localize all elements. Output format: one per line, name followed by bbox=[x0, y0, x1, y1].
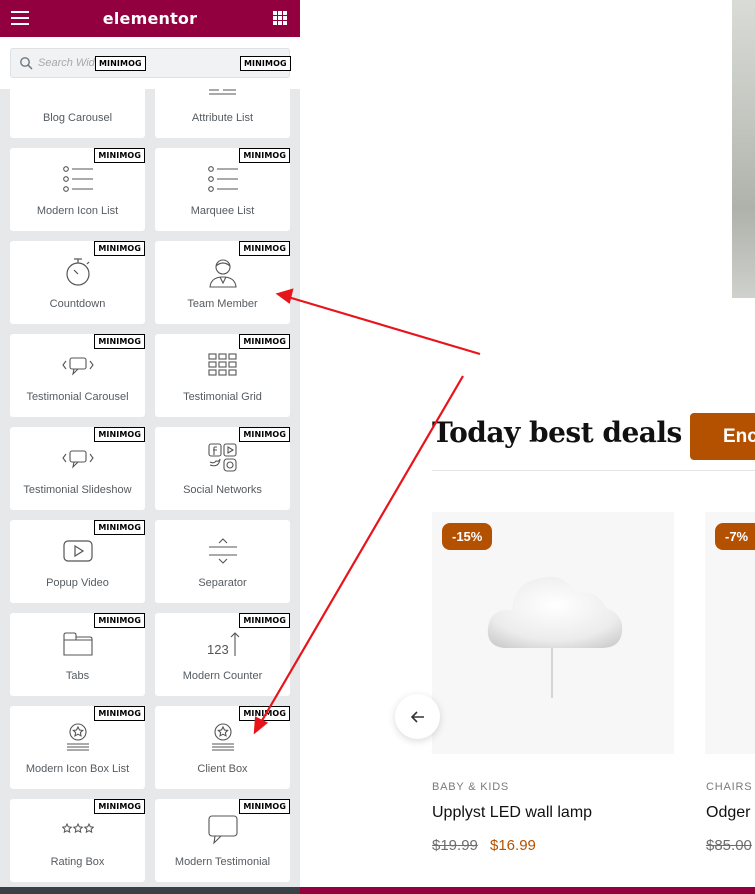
widget-label: Countdown bbox=[49, 298, 106, 310]
minimog-badge: MINIMOG bbox=[239, 613, 290, 628]
minimog-badge: MINIMOG bbox=[95, 56, 146, 71]
sale-price: $16.99 bbox=[490, 837, 536, 854]
discount-badge: -7% bbox=[715, 523, 755, 550]
widget-label: Blog Carousel bbox=[42, 112, 113, 124]
product-name[interactable]: Odger bbox=[706, 804, 750, 822]
widget-attribute-list[interactable]: Attribute List bbox=[155, 89, 290, 138]
attribute-list-icon bbox=[209, 89, 236, 95]
carousel-prev-button[interactable] bbox=[395, 694, 440, 739]
widget-modern-icon-list[interactable]: MINIMOG Modern Icon List bbox=[10, 148, 145, 231]
minimog-badge: MINIMOG bbox=[239, 706, 290, 721]
rating-stars-icon bbox=[61, 813, 95, 847]
widget-modern-testimonial[interactable]: MINIMOG Modern Testimonial bbox=[155, 799, 290, 882]
minimog-badge: MINIMOG bbox=[94, 799, 145, 814]
minimog-badge: MINIMOG bbox=[239, 427, 290, 442]
widget-label: Modern Icon Box List bbox=[25, 763, 130, 775]
cloud-lamp-image bbox=[487, 576, 623, 698]
team-member-icon bbox=[206, 255, 240, 289]
marquee-list-icon bbox=[206, 162, 240, 196]
video-play-icon bbox=[61, 534, 95, 568]
panel-footer bbox=[0, 887, 300, 894]
tabs-icon bbox=[61, 627, 95, 661]
testimonial-carousel-icon bbox=[61, 348, 95, 382]
panel-header: elementor bbox=[0, 0, 300, 37]
old-price: $19.99 bbox=[432, 837, 478, 854]
speech-bubble-icon bbox=[206, 813, 240, 847]
minimog-badge: MINIMOG bbox=[94, 427, 145, 442]
widget-social-networks[interactable]: MINIMOG Social Networks bbox=[155, 427, 290, 510]
widget-testimonial-carousel[interactable]: MINIMOG Testimonial Carousel bbox=[10, 334, 145, 417]
grid-icon bbox=[206, 348, 240, 382]
search-icon bbox=[20, 57, 33, 70]
minimog-badge: MINIMOG bbox=[239, 334, 290, 349]
product-category: BABY & KIDS bbox=[432, 781, 510, 793]
widget-blog-carousel[interactable]: Blog Carousel bbox=[10, 89, 145, 138]
testimonial-slideshow-icon bbox=[61, 441, 95, 475]
widget-modern-counter[interactable]: MINIMOG 123 Modern Counter bbox=[155, 613, 290, 696]
counter-icon: 123 bbox=[206, 627, 240, 661]
widget-label: Popup Video bbox=[46, 577, 109, 589]
widget-label: Testimonial Grid bbox=[183, 391, 262, 403]
widget-label: Attribute List bbox=[191, 112, 254, 124]
page-preview: Today best deals Enc -15% -7% BABY & KID… bbox=[300, 0, 755, 894]
widget-popup-video[interactable]: MINIMOG Popup Video bbox=[10, 520, 145, 603]
widget-team-member[interactable]: MINIMOG Team Member bbox=[155, 241, 290, 324]
widget-label: Testimonial Carousel bbox=[26, 391, 129, 403]
widget-modern-icon-box-list[interactable]: MINIMOG Modern Icon Box List bbox=[10, 706, 145, 789]
widget-label: Tabs bbox=[65, 670, 90, 682]
widget-separator[interactable]: Separator bbox=[155, 520, 290, 603]
bottom-bar bbox=[0, 887, 755, 894]
widget-label: Team Member bbox=[187, 298, 258, 310]
elementor-panel: elementor MINIMOG MINIMOG Blog Carousel bbox=[0, 0, 300, 894]
hero-image bbox=[732, 0, 755, 298]
menu-icon[interactable] bbox=[11, 11, 29, 25]
widget-countdown[interactable]: MINIMOG Countdown bbox=[10, 241, 145, 324]
widgets-grid-icon[interactable] bbox=[273, 11, 287, 25]
widget-rating-box[interactable]: MINIMOG Rating Box bbox=[10, 799, 145, 882]
discount-badge: -15% bbox=[442, 523, 493, 550]
minimog-badge: MINIMOG bbox=[94, 241, 145, 256]
minimog-badge: MINIMOG bbox=[94, 520, 145, 535]
separator-icon bbox=[206, 534, 240, 568]
widget-marquee-list[interactable]: MINIMOG Marquee List bbox=[155, 148, 290, 231]
widget-label: Modern Counter bbox=[182, 670, 263, 682]
widget-label: Separator bbox=[198, 577, 247, 589]
icon-list-icon bbox=[61, 162, 95, 196]
minimog-badge: MINIMOG bbox=[94, 613, 145, 628]
minimog-badge: MINIMOG bbox=[94, 148, 145, 163]
widget-testimonial-grid[interactable]: MINIMOG Testimonial Grid bbox=[155, 334, 290, 417]
cta-button[interactable]: Enc bbox=[690, 413, 755, 460]
widget-label: Modern Icon List bbox=[36, 205, 119, 217]
minimog-badge: MINIMOG bbox=[239, 241, 290, 256]
widget-label: Marquee List bbox=[190, 205, 255, 217]
svg-text:123: 123 bbox=[207, 642, 229, 657]
stopwatch-icon bbox=[61, 255, 95, 289]
widget-client-box[interactable]: MINIMOG Client Box bbox=[155, 706, 290, 789]
widget-label: Social Networks bbox=[183, 484, 262, 496]
widget-label: Modern Testimonial bbox=[174, 856, 271, 868]
minimog-badge: MINIMOG bbox=[240, 56, 291, 71]
icon-box-list-icon bbox=[61, 720, 95, 754]
cta-label: Enc bbox=[723, 426, 755, 447]
product-name[interactable]: Upplyst LED wall lamp bbox=[432, 804, 592, 822]
social-networks-icon bbox=[206, 441, 240, 475]
search-area: MINIMOG MINIMOG bbox=[0, 37, 300, 89]
widget-label: Rating Box bbox=[50, 856, 105, 868]
divider bbox=[432, 470, 755, 471]
widget-label: Client Box bbox=[197, 763, 248, 775]
minimog-badge: MINIMOG bbox=[239, 148, 290, 163]
widget-tabs[interactable]: MINIMOG Tabs bbox=[10, 613, 145, 696]
arrow-left-icon bbox=[410, 710, 424, 723]
minimog-badge: MINIMOG bbox=[239, 799, 290, 814]
minimog-badge: MINIMOG bbox=[94, 334, 145, 349]
widget-label: Testimonial Slideshow bbox=[23, 484, 132, 496]
product-category: CHAIRS bbox=[706, 781, 753, 793]
widget-testimonial-slideshow[interactable]: MINIMOG Testimonial Slideshow bbox=[10, 427, 145, 510]
elementor-logo: elementor bbox=[102, 9, 198, 28]
old-price: $85.00 bbox=[706, 837, 752, 854]
section-title: Today best deals bbox=[432, 416, 682, 449]
client-box-icon bbox=[206, 720, 240, 754]
minimog-badge: MINIMOG bbox=[94, 706, 145, 721]
